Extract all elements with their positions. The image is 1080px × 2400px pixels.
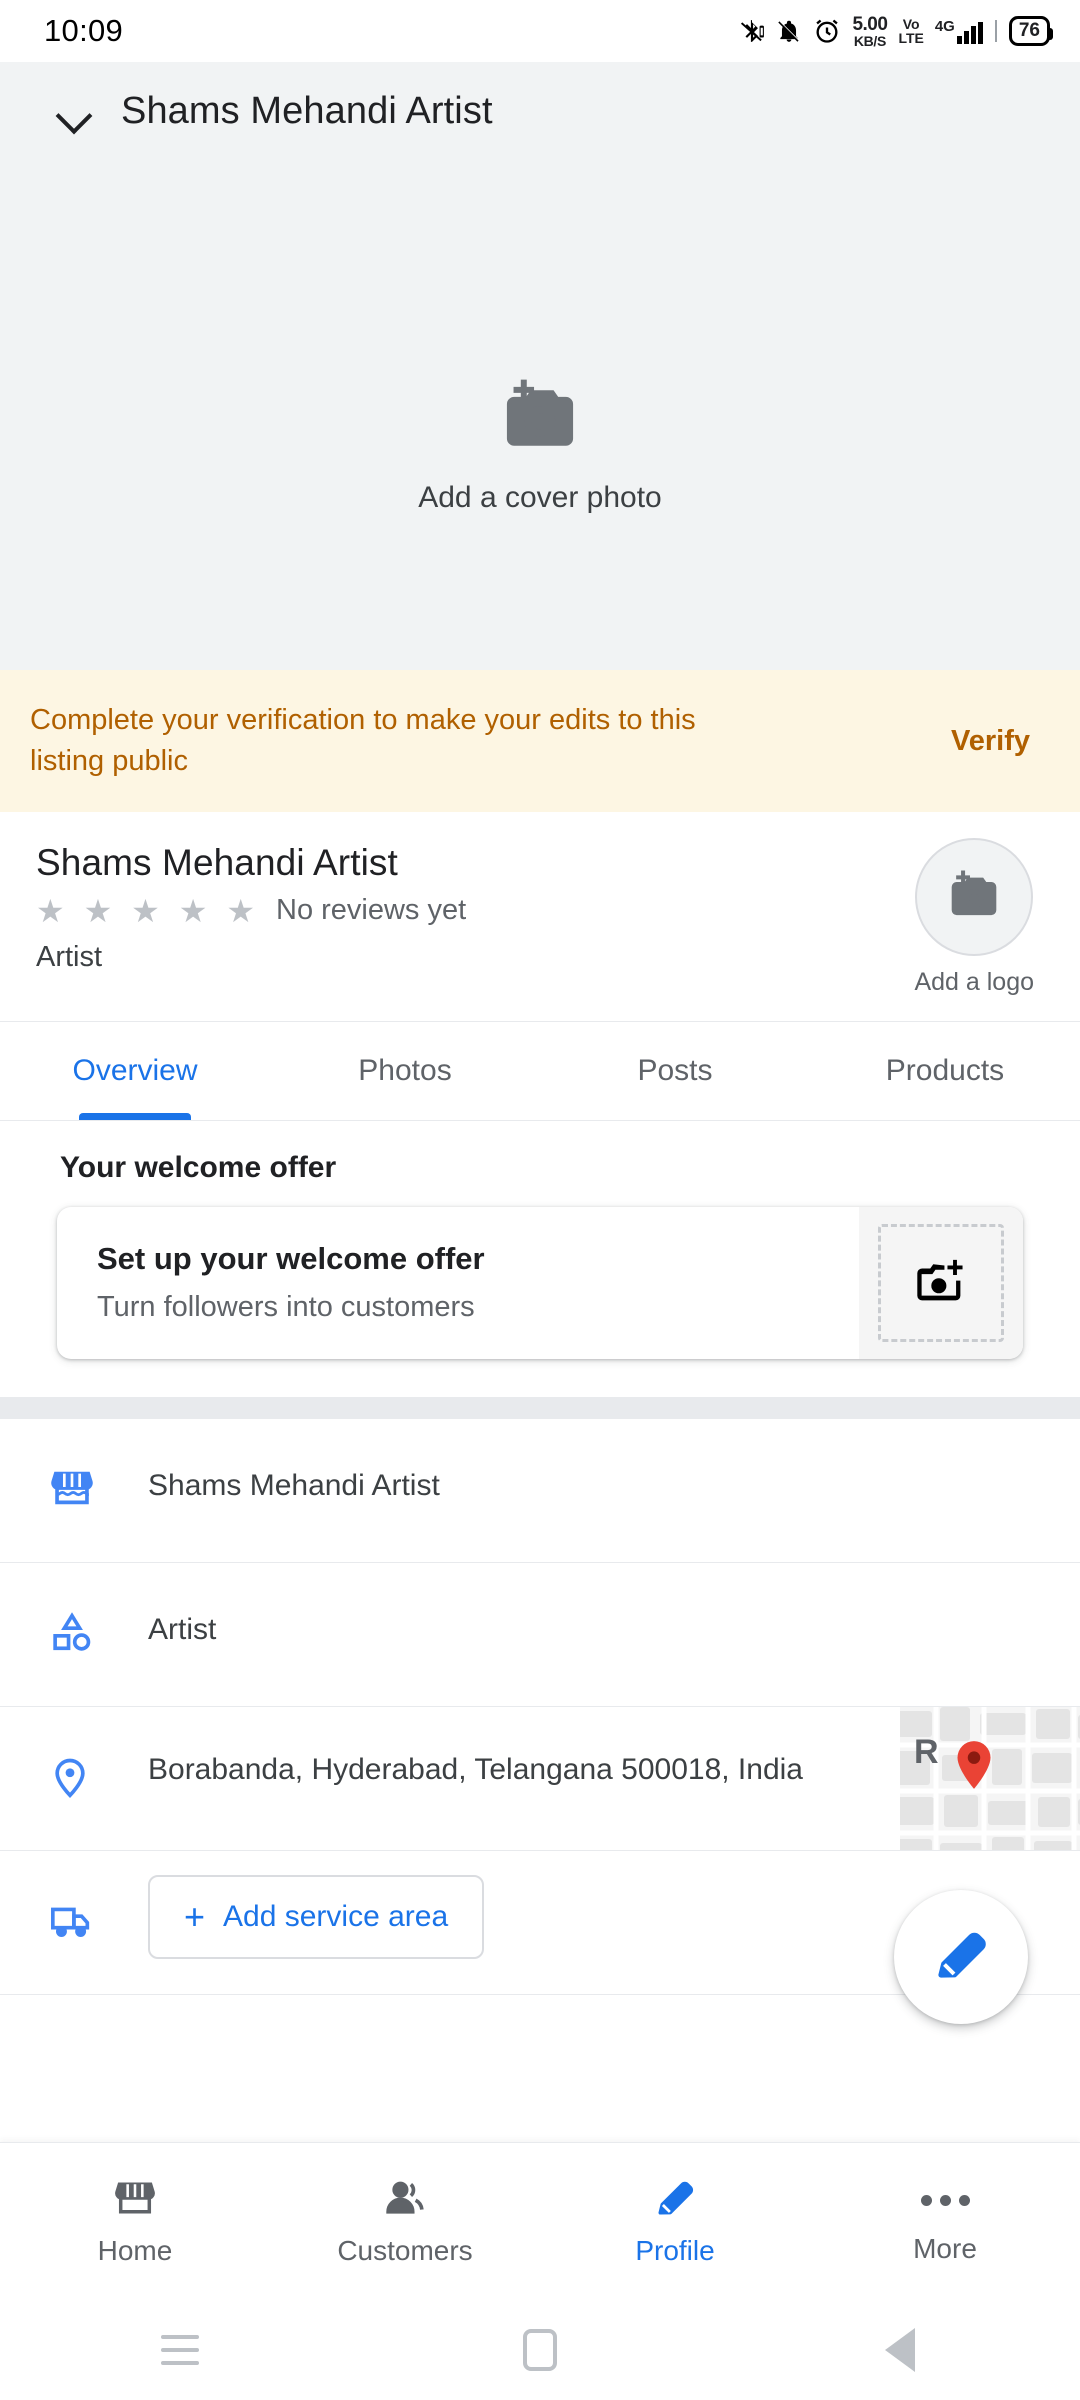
status-bar-time: 10:09 xyxy=(44,13,124,48)
add-logo-label: Add a logo xyxy=(914,968,1034,997)
nav-item-customers[interactable]: Customers xyxy=(270,2176,540,2267)
silent-bell-icon xyxy=(776,16,802,46)
tab-photos[interactable]: Photos xyxy=(270,1022,540,1120)
nav-label-customers: Customers xyxy=(337,2235,473,2266)
info-row-value: Shams Mehandi Artist xyxy=(148,1469,440,1503)
recents-icon[interactable] xyxy=(120,2335,240,2365)
map-road-label: R xyxy=(914,1733,939,1772)
add-logo-button[interactable]: Add a logo xyxy=(914,838,1050,997)
verify-button[interactable]: Verify xyxy=(951,725,1040,758)
home-icon[interactable] xyxy=(480,2329,600,2371)
welcome-offer-subtitle: Turn followers into customers xyxy=(97,1291,475,1324)
status-bar-icons: 5.00 KB/S Vo LTE 4G 76 xyxy=(739,15,1054,48)
nav-label-profile: Profile xyxy=(635,2235,715,2266)
add-service-area-label: Add service area xyxy=(223,1900,449,1934)
network-speed-unit: KB/S xyxy=(853,32,887,49)
chevron-down-icon[interactable] xyxy=(55,93,93,131)
network-speed-value: 5.00 xyxy=(852,13,888,35)
verification-banner: Complete your verification to make your … xyxy=(0,670,1080,813)
volte-icon: Vo LTE xyxy=(898,15,924,46)
info-row-address[interactable]: Borabanda, Hyderabad, Telangana 500018, … xyxy=(0,1707,1080,1852)
delivery-truck-icon xyxy=(48,1851,120,1948)
welcome-offer-text: Set up your welcome offer Turn followers… xyxy=(57,1207,859,1359)
add-photo-camera-icon xyxy=(913,1256,969,1311)
cover-photo-area[interactable]: Shams Mehandi Artist Add a cover photo xyxy=(0,62,1080,670)
info-row-value: Artist xyxy=(148,1613,217,1647)
tab-products[interactable]: Products xyxy=(810,1022,1080,1120)
battery-icon: 76 xyxy=(1008,15,1054,47)
business-name: Shams Mehandi Artist xyxy=(36,842,398,884)
plus-icon: + xyxy=(184,1896,206,1938)
add-cover-photo-button[interactable]: Add a cover photo xyxy=(0,378,1080,515)
system-navigation-bar xyxy=(0,2300,1080,2400)
people-icon xyxy=(382,2176,428,2225)
signal-bars-icon: 4G xyxy=(935,18,983,44)
status-divider xyxy=(994,20,997,42)
welcome-offer-heading: Your welcome offer xyxy=(60,1151,337,1185)
network-type-label: 4G xyxy=(934,18,955,35)
bottom-navigation: Home Customers Profile More xyxy=(0,2142,1080,2300)
info-row-category[interactable]: Artist xyxy=(0,1563,1080,1708)
info-row-business-name[interactable]: Shams Mehandi Artist xyxy=(0,1419,1080,1564)
welcome-offer-card[interactable]: Set up your welcome offer Turn followers… xyxy=(57,1207,1023,1360)
network-speed-indicator: 5.00 KB/S xyxy=(852,15,887,48)
star-rating-icon: ★ ★ ★ ★ ★ xyxy=(36,892,260,929)
storefront-icon xyxy=(48,1419,120,1516)
signal-bars xyxy=(956,22,983,44)
photo-placeholder xyxy=(878,1224,1004,1343)
bluetooth-icon xyxy=(739,16,765,46)
nav-item-more[interactable]: More xyxy=(810,2179,1080,2265)
category-shapes-icon xyxy=(48,1563,120,1660)
add-cover-photo-label: Add a cover photo xyxy=(418,481,662,514)
info-row-value: Borabanda, Hyderabad, Telangana 500018, … xyxy=(148,1753,803,1787)
tab-posts[interactable]: Posts xyxy=(540,1022,810,1120)
volte-bottom: LTE xyxy=(898,30,924,46)
page-title: Shams Mehandi Artist xyxy=(121,90,493,132)
welcome-offer-title: Set up your welcome offer xyxy=(97,1241,485,1277)
location-pin-icon xyxy=(48,1707,120,1806)
profile-tabs: Overview Photos Posts Products xyxy=(0,1021,1080,1122)
welcome-offer-section: Your welcome offer Set up your welcome o… xyxy=(0,1121,1080,1398)
add-photo-camera-icon xyxy=(945,869,1003,926)
rating-row[interactable]: ★ ★ ★ ★ ★ No reviews yet xyxy=(36,894,466,927)
nav-item-home[interactable]: Home xyxy=(0,2176,270,2267)
more-dots-icon xyxy=(920,2179,970,2223)
tab-overview[interactable]: Overview xyxy=(0,1022,270,1120)
business-category: Artist xyxy=(36,941,103,974)
edit-pencil-icon xyxy=(931,1925,991,1990)
business-info: Shams Mehandi Artist ★ ★ ★ ★ ★ No review… xyxy=(36,838,466,997)
verification-message: Complete your verification to make your … xyxy=(30,704,696,778)
edit-pencil-icon xyxy=(652,2176,698,2225)
section-divider xyxy=(0,1397,1080,1420)
edit-profile-fab[interactable] xyxy=(894,1890,1028,2024)
nav-item-profile[interactable]: Profile xyxy=(540,2176,810,2267)
alarm-icon xyxy=(813,16,841,46)
nav-label-more: More xyxy=(913,2232,977,2264)
add-photo-camera-icon xyxy=(497,378,583,459)
status-bar: 10:09 5.00 KB/S Vo LTE 4G 76 xyxy=(0,0,1080,62)
nav-label-home: Home xyxy=(97,2235,173,2266)
map-thumbnail[interactable]: R xyxy=(900,1707,1080,1851)
volte-top: Vo xyxy=(902,15,920,32)
add-service-area-button[interactable]: + Add service area xyxy=(148,1875,485,1960)
welcome-offer-thumbnail[interactable] xyxy=(859,1207,1023,1360)
review-count-label: No reviews yet xyxy=(276,894,467,927)
app-bar: Shams Mehandi Artist xyxy=(0,62,1080,133)
business-header: Shams Mehandi Artist ★ ★ ★ ★ ★ No review… xyxy=(0,812,1080,1022)
logo-placeholder xyxy=(915,838,1034,957)
storefront-icon xyxy=(112,2176,158,2225)
back-icon[interactable] xyxy=(840,2328,960,2372)
